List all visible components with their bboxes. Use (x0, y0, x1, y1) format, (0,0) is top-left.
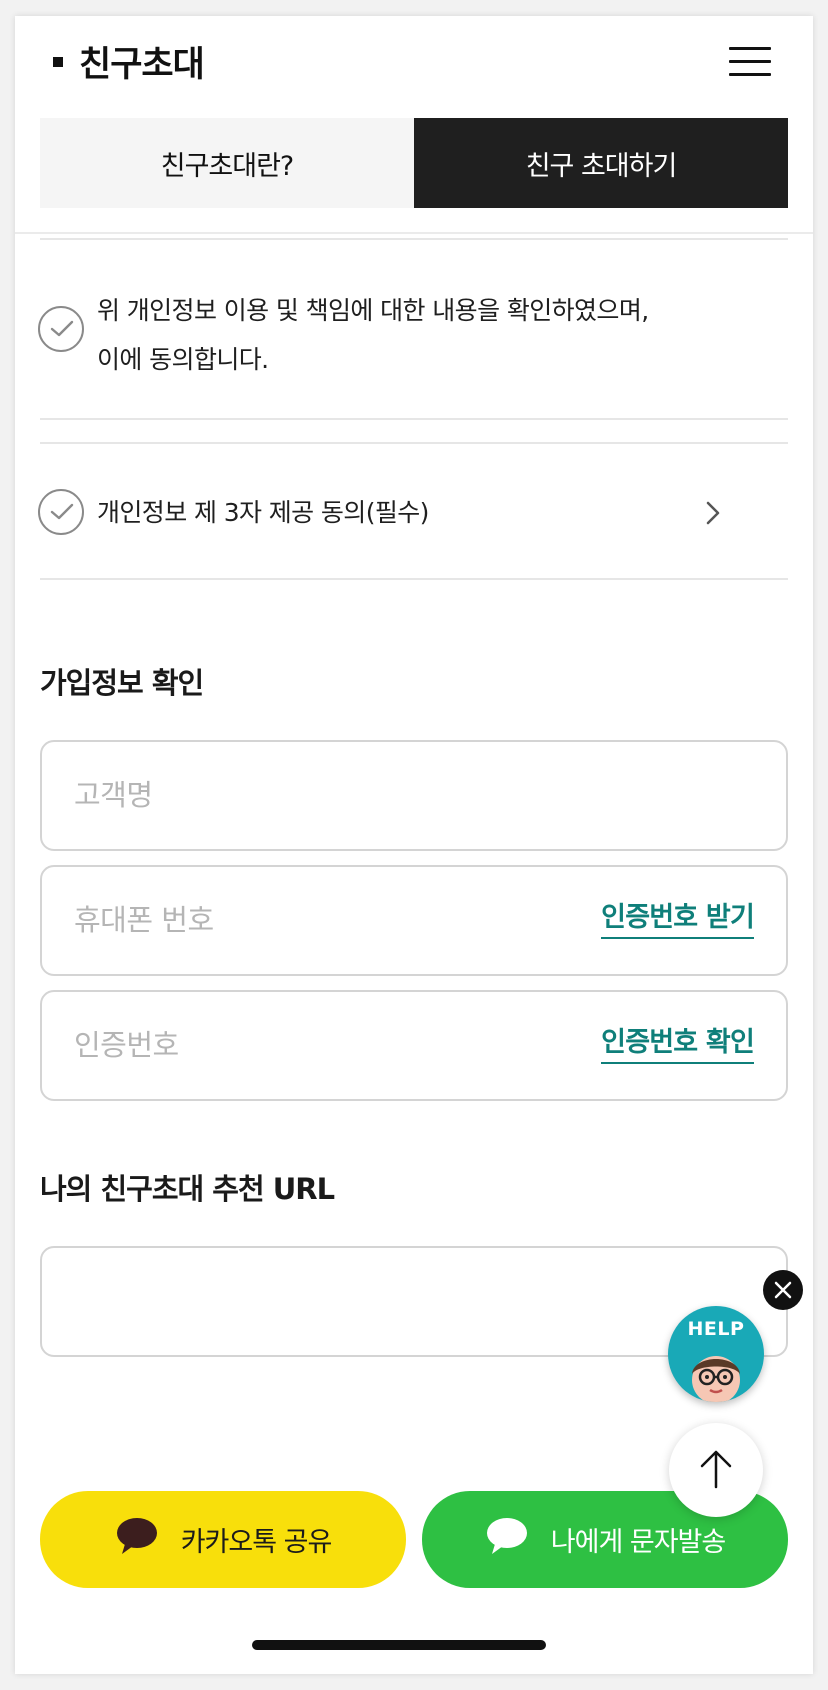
help-chat-button[interactable]: HELP (668, 1306, 764, 1402)
page-title: 친구초대 (79, 45, 205, 85)
agree-text: 위 개인정보 이용 및 책임에 대한 내용을 확인하였으며, 이에 동의합니다. (97, 286, 649, 384)
title-wrap: 친구초대 (53, 36, 205, 87)
help-avatar-icon (692, 1356, 740, 1402)
divider (40, 418, 788, 420)
page-card: 친구초대 친구초대란? 친구 초대하기 위 개인정보 이용 및 책임에 대한 내… (15, 16, 813, 1674)
tab-invite[interactable]: 친구 초대하기 (414, 118, 788, 208)
arrow-up-icon (700, 1450, 732, 1489)
menu-icon[interactable] (729, 47, 771, 77)
close-icon (774, 1281, 792, 1299)
signup-section-title: 가입정보 확인 (40, 666, 204, 700)
code-placeholder: 인증번호 (74, 1028, 179, 1062)
divider (40, 238, 788, 240)
code-field[interactable]: 인증번호 인증번호 확인 (40, 990, 788, 1101)
help-label: HELP (687, 1318, 745, 1340)
tab-bar: 친구초대란? 친구 초대하기 (40, 118, 788, 208)
kakao-share-label: 카카오톡 공유 (180, 1527, 333, 1558)
verify-code-button[interactable]: 인증번호 확인 (601, 1024, 755, 1064)
tab-about[interactable]: 친구초대란? (40, 118, 414, 208)
phone-field[interactable]: 휴대폰 번호 인증번호 받기 (40, 865, 788, 976)
divider (40, 578, 788, 580)
request-code-button[interactable]: 인증번호 받기 (601, 899, 755, 939)
kakao-share-button[interactable]: 카카오톡 공유 (40, 1491, 406, 1588)
divider (40, 442, 788, 444)
header: 친구초대 친구초대란? 친구 초대하기 (15, 16, 813, 234)
close-help-button[interactable] (763, 1270, 803, 1310)
agree-text-line1: 위 개인정보 이용 및 책임에 대한 내용을 확인하였으며, (97, 296, 649, 325)
home-indicator (252, 1640, 546, 1650)
chevron-right-icon[interactable] (705, 501, 721, 525)
chat-bubble-icon (485, 1516, 529, 1563)
title-bullet (53, 56, 63, 67)
name-field[interactable]: 고객명 (40, 740, 788, 851)
kakao-talk-icon (115, 1516, 159, 1563)
third-party-check-icon[interactable] (38, 489, 84, 535)
send-sms-label: 나에게 문자발송 (550, 1527, 726, 1558)
scroll-top-button[interactable] (669, 1423, 763, 1517)
name-placeholder: 고객명 (74, 778, 153, 812)
third-party-agree-text[interactable]: 개인정보 제 3자 제공 동의(필수) (97, 488, 429, 537)
phone-placeholder: 휴대폰 번호 (74, 903, 214, 937)
url-section-title: 나의 친구초대 추천 URL (40, 1172, 335, 1206)
agree-check-icon[interactable] (38, 306, 84, 352)
agree-text-line2: 이에 동의합니다. (97, 345, 269, 374)
